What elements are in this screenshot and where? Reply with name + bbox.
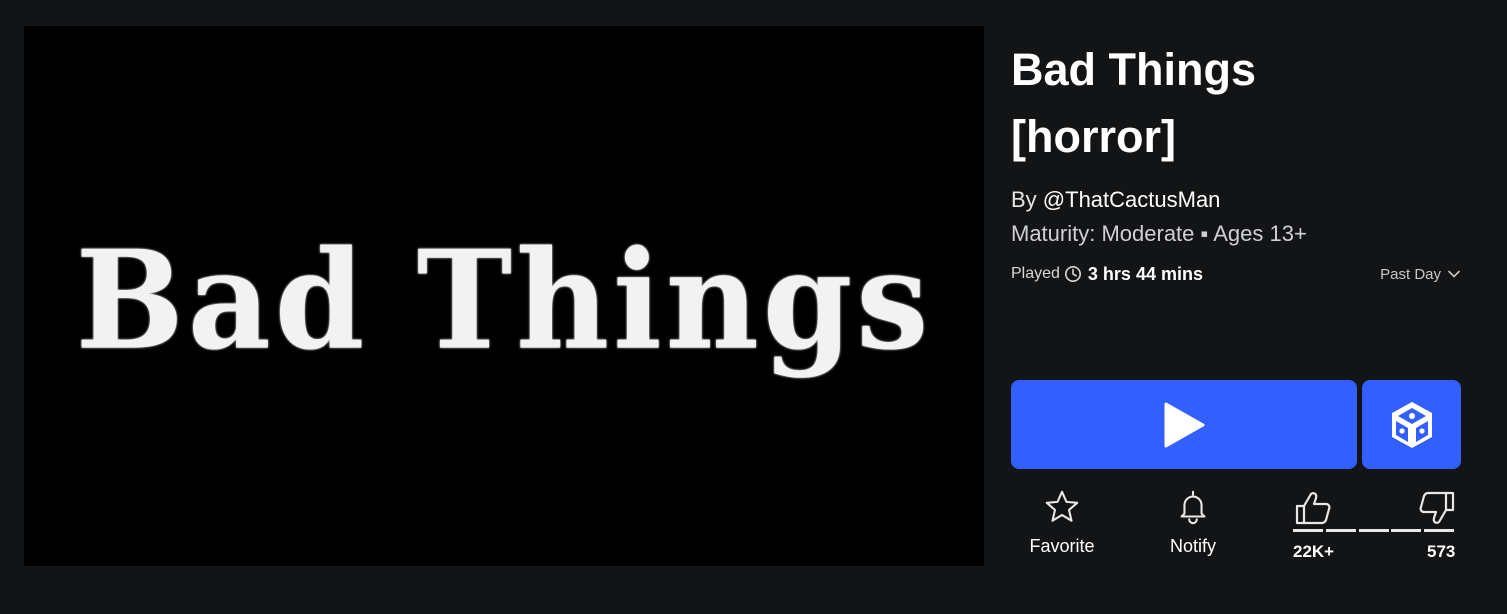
game-page: Bad Things Bad Things [horror] By @ThatC…: [0, 0, 1507, 614]
game-title: Bad Things [horror]: [1011, 44, 1256, 162]
play-icon: [1164, 402, 1205, 447]
favorite-button[interactable]: Favorite: [1012, 488, 1112, 557]
vote-bar-segment: [1358, 529, 1389, 532]
thumbnail-title-text: Bad Things: [75, 221, 933, 381]
clock-icon: [1064, 265, 1081, 283]
favorite-label: Favorite: [1029, 536, 1095, 556]
creator-link[interactable]: @ThatCactusMan: [1043, 187, 1221, 212]
vote-ratio-bar: [1293, 529, 1454, 533]
thumbs-down-icon[interactable]: [1417, 488, 1457, 528]
played-stats-row: Played 3 hrs 44 mins Past Day: [1011, 262, 1461, 286]
maturity-rating: Maturity: Moderate ▪ Ages 13+: [1011, 221, 1307, 246]
chevron-down-icon: [1448, 270, 1460, 278]
creator-line: By @ThatCactusMan: [1011, 186, 1220, 214]
period-selector[interactable]: Past Day: [1380, 266, 1461, 283]
period-label: Past Day: [1380, 265, 1441, 283]
vote-bar-segment: [1391, 529, 1422, 532]
studio-icon: [1391, 401, 1432, 448]
bell-icon: [1180, 490, 1206, 525]
notify-label: Notify: [1169, 536, 1216, 556]
play-button[interactable]: [1011, 380, 1357, 469]
star-icon: [1045, 490, 1079, 522]
played-value: 3 hrs 44 mins: [1087, 263, 1203, 284]
thumbs-up-icon[interactable]: [1293, 488, 1333, 528]
game-details-panel: Bad Things [horror] By @ThatCactusMan Ma…: [1011, 36, 1461, 561]
upvote-count: 22K+: [1293, 542, 1335, 561]
played-label: Played: [1011, 265, 1060, 282]
notify-button[interactable]: Notify: [1143, 488, 1243, 557]
vote-bar-segment: [1424, 529, 1454, 532]
open-in-studio-button[interactable]: [1362, 380, 1461, 469]
vote-bar-segment: [1293, 529, 1323, 532]
downvote-count: 573: [1427, 542, 1456, 561]
creator-prefix: By: [1011, 187, 1043, 212]
game-thumbnail: Bad Things: [24, 26, 984, 566]
vote-bar-segment: [1325, 529, 1356, 532]
